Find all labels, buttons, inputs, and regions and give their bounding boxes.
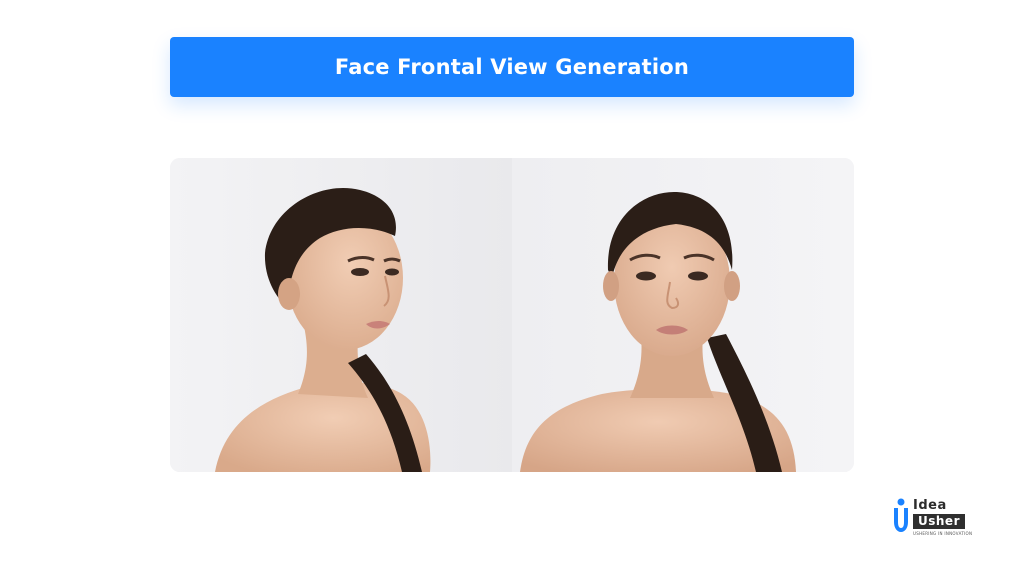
comparison-panel <box>170 158 854 472</box>
logo-word-usher: Usher <box>913 514 965 529</box>
idea-usher-logo-icon <box>894 498 908 532</box>
logo-tagline: USHERING IN INNOVATION <box>913 531 973 536</box>
logo-word-idea: Idea <box>913 498 947 513</box>
title-banner: Face Frontal View Generation <box>170 37 854 97</box>
page-title: Face Frontal View Generation <box>334 55 690 79</box>
brand-logo: Idea Usher USHERING IN INNOVATION <box>892 498 988 538</box>
face-side-view-photo <box>170 158 512 472</box>
face-frontal-view-photo <box>512 158 854 472</box>
